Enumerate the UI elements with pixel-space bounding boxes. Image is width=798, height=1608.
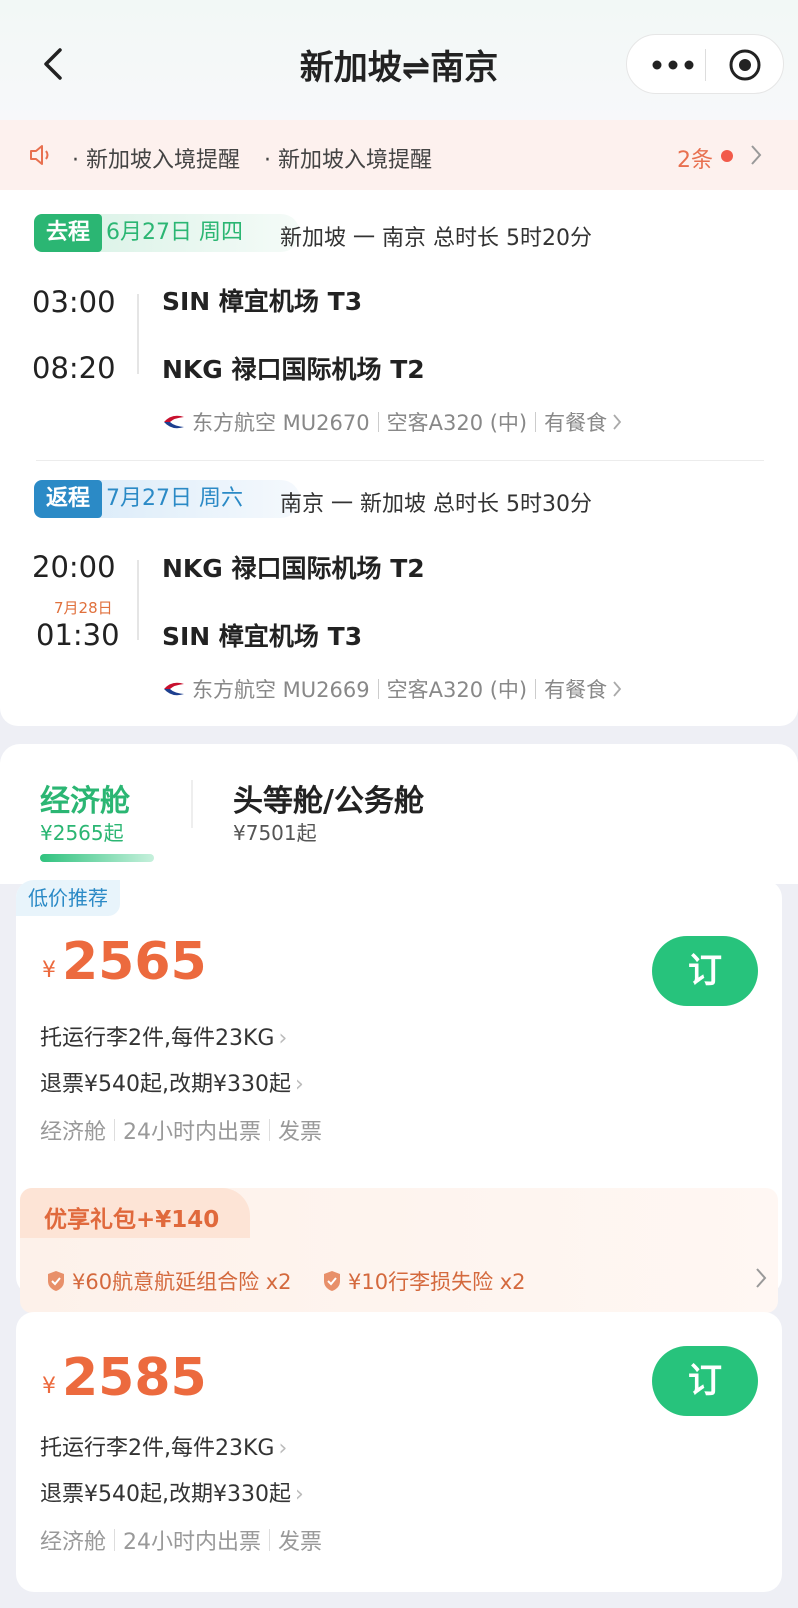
refund-rule-link[interactable]: 退票¥540起,改期¥330起 › [40, 1066, 304, 1098]
baggage-rule: 托运行李2件,每件23KG [40, 1026, 275, 1051]
shield-icon [324, 1271, 340, 1291]
notice-count: 2条 [677, 148, 713, 173]
currency-symbol: ¥ [42, 1374, 56, 1399]
arrival-airport: NKG 禄口国际机场 T2 [162, 355, 425, 384]
more-dots-icon[interactable] [649, 53, 697, 77]
chevron-right-icon [613, 414, 622, 430]
airline-logo-icon [164, 682, 184, 696]
gift-item-text: ¥10行李损失险 x2 [348, 1270, 526, 1294]
cabin-class: 经济舱 [40, 1120, 107, 1145]
gift-title: 优享礼包+¥140 [44, 1207, 220, 1233]
nav-header: 新加坡⇌南京 [0, 0, 798, 120]
segment-tag-outbound: 去程 [34, 214, 103, 252]
chevron-right-icon [751, 145, 762, 165]
meta-divider [269, 1119, 271, 1141]
fare-price: 2585 [62, 1348, 207, 1408]
book-button[interactable]: 订 [652, 936, 758, 1006]
low-price-badge: 低价推荐 [16, 880, 120, 916]
chevron-right-icon: › [294, 1482, 304, 1507]
fare-price: 2565 [62, 932, 207, 992]
shield-icon [48, 1271, 64, 1291]
flight-details-link[interactable]: 东方航空 MU2669 空客A320 (中) 有餐食 [162, 674, 623, 704]
aircraft-type: 空客A320 (中) [386, 411, 528, 435]
currency-symbol: ¥ [42, 958, 56, 983]
baggage-rule-link[interactable]: 托运行李2件,每件23KG › [40, 1430, 287, 1462]
gift-package[interactable]: 优享礼包+¥140 ¥60航意航延组合险 x2 ¥10行李损失险 x2 [20, 1188, 778, 1313]
gift-item: ¥60航意航延组合险 x2 [46, 1266, 292, 1296]
next-day-date: 7月28日 [54, 599, 113, 617]
timeline-line [137, 560, 139, 640]
segment-date: 7月27日 周六 [90, 480, 300, 518]
meal-info: 有餐食 [544, 678, 608, 702]
aircraft-type: 空客A320 (中) [386, 678, 528, 702]
airline-logo-icon [164, 415, 184, 429]
segment-route: 新加坡 一 南京 总时长 5时20分 [280, 226, 592, 251]
departure-time: 03:00 [32, 285, 116, 319]
mini-program-capsule [626, 34, 784, 94]
tab-label: 经济舱 [40, 784, 130, 819]
arrival-time: 01:30 [36, 618, 120, 652]
meta-divider [114, 1119, 116, 1141]
fare-meta: 经济舱 24小时内出票 发票 [40, 1114, 322, 1146]
tab-price: ¥7501起 [233, 821, 317, 845]
meal-info: 有餐食 [544, 411, 608, 435]
meta-divider [114, 1529, 116, 1551]
ticketing-time: 24小时内出票 [123, 1530, 262, 1555]
tab-price: ¥2565起 [40, 821, 124, 845]
segment-date: 6月27日 周四 [90, 214, 300, 252]
close-target-icon[interactable] [727, 47, 763, 83]
chevron-right-icon: › [294, 1072, 304, 1097]
cabin-class: 经济舱 [40, 1530, 107, 1555]
ticketing-time: 24小时内出票 [123, 1120, 262, 1145]
fare-meta: 经济舱 24小时内出票 发票 [40, 1524, 322, 1556]
arrival-time: 08:20 [32, 351, 116, 385]
cabin-tabs: 经济舱 ¥2565起 头等舱/公务舱 ¥7501起 [0, 744, 798, 884]
chevron-right-icon [756, 1268, 767, 1288]
airline-flight-no: 东方航空 MU2670 [192, 411, 370, 435]
gift-item: ¥10行李损失险 x2 [322, 1266, 526, 1296]
segment-route: 南京 一 新加坡 总时长 5时30分 [280, 492, 592, 517]
notice-bar[interactable]: · 新加坡入境提醒 · 新加坡入境提醒 2条 [0, 120, 798, 190]
book-button[interactable]: 订 [652, 1346, 758, 1416]
refund-rule: 退票¥540起,改期¥330起 [40, 1482, 291, 1507]
notice-item: · 新加坡入境提醒 [264, 148, 432, 173]
chevron-right-icon: › [278, 1436, 288, 1461]
info-divider [377, 679, 379, 699]
timeline-line [137, 294, 139, 374]
refund-rule: 退票¥540起,改期¥330起 [40, 1072, 291, 1097]
meta-divider [269, 1529, 271, 1551]
flight-details-link[interactable]: 东方航空 MU2670 空客A320 (中) 有餐食 [162, 407, 623, 437]
fare-option-card: 低价推荐 ¥ 2565 订 托运行李2件,每件23KG › 退票¥540起,改期¥… [16, 880, 782, 1313]
notice-item: · 新加坡入境提醒 [72, 148, 240, 173]
segment-tag-return: 返程 [34, 480, 103, 518]
unread-dot [721, 150, 733, 162]
tab-divider [191, 780, 193, 828]
segment-divider [36, 460, 764, 461]
info-divider [535, 679, 537, 699]
flight-info-card: 6月27日 周四 去程 新加坡 一 南京 总时长 5时20分 03:00 08:… [0, 190, 798, 726]
fare-option-card: ¥ 2585 订 托运行李2件,每件23KG › 退票¥540起,改期¥330起 ›… [16, 1312, 782, 1592]
tab-label: 头等舱/公务舱 [233, 784, 424, 819]
info-divider [377, 412, 379, 432]
departure-airport: NKG 禄口国际机场 T2 [162, 554, 425, 583]
active-tab-indicator [40, 854, 154, 862]
chevron-right-icon: › [278, 1026, 288, 1051]
departure-time: 20:00 [32, 550, 116, 584]
departure-airport: SIN 樟宜机场 T3 [162, 287, 363, 316]
chevron-right-icon [613, 681, 622, 697]
info-divider [535, 412, 537, 432]
invoice-info: 发票 [278, 1530, 323, 1555]
speaker-icon [30, 145, 49, 165]
refund-rule-link[interactable]: 退票¥540起,改期¥330起 › [40, 1476, 304, 1508]
capsule-divider [705, 49, 706, 81]
arrival-airport: SIN 樟宜机场 T3 [162, 622, 363, 651]
airline-flight-no: 东方航空 MU2669 [192, 678, 370, 702]
invoice-info: 发票 [278, 1120, 323, 1145]
baggage-rule: 托运行李2件,每件23KG [40, 1436, 275, 1461]
gift-item-text: ¥60航意航延组合险 x2 [72, 1270, 292, 1294]
baggage-rule-link[interactable]: 托运行李2件,每件23KG › [40, 1020, 287, 1052]
